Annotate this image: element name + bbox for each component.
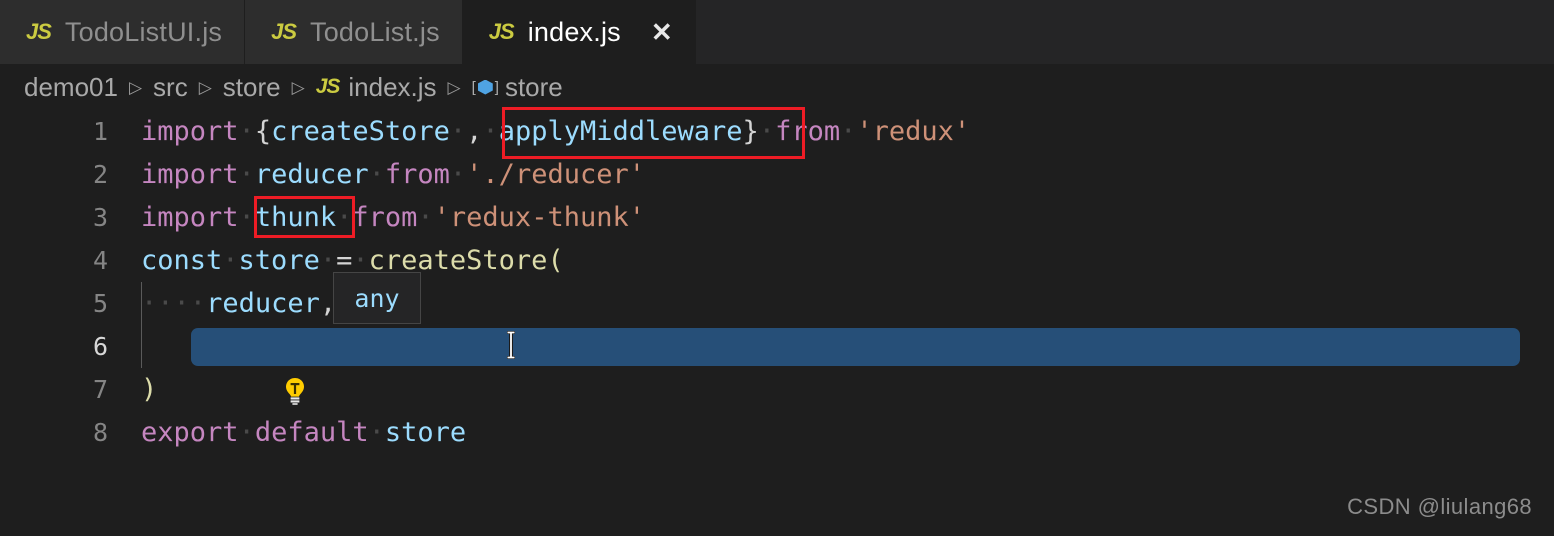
code-line-text: import·{createStore·,·applyMiddleware}·f… (141, 116, 971, 147)
token-module-redux: 'redux' (856, 116, 971, 147)
tab-todolist-js[interactable]: JS TodoList.js (245, 0, 463, 64)
breadcrumb-item-symbol-store[interactable]: store (505, 72, 563, 103)
js-file-icon: JS (315, 75, 341, 98)
token-brace-close: } (742, 116, 759, 147)
token-reducer: reducer (254, 159, 369, 190)
token-import: import (141, 202, 239, 233)
breadcrumb-item-demo01[interactable]: demo01 (24, 72, 118, 103)
breadcrumb-item-store-folder[interactable]: store (223, 72, 281, 103)
code-line[interactable]: 2 import·reducer·from·'./reducer' (0, 153, 1554, 196)
token-from: from (384, 159, 450, 190)
lightbulb-icon[interactable] (151, 332, 305, 405)
token-createstore: createStore (271, 116, 450, 147)
token-const: const (141, 245, 223, 276)
line-number: 7 (92, 375, 108, 404)
editor-tab-bar: JS TodoListUI.js JS TodoList.js JS index… (0, 0, 1554, 64)
code-line[interactable]: 1 import·{createStore·,·applyMiddleware}… (0, 110, 1554, 153)
line-number: 6 (92, 332, 108, 361)
chevron-right-icon: ▷ (128, 78, 143, 97)
line-number: 3 (92, 203, 108, 232)
code-line-current[interactable]: 6 ····window.__REDUX_DEVTOOLS_EXTENSION_… (0, 325, 1554, 405)
code-line[interactable]: 3 import·thunk·from·'redux-thunk' (0, 196, 1554, 239)
tab-label: TodoList.js (310, 16, 440, 47)
chevron-right-icon: ▷ (291, 78, 305, 97)
breadcrumb: demo01 ▷ src ▷ store ▷ JS index.js ▷ [] … (0, 64, 1554, 110)
token-paren-open: ( (547, 245, 564, 276)
selection-highlight (191, 328, 1520, 366)
js-file-icon: JS (271, 19, 297, 44)
tab-label: index.js (527, 16, 621, 47)
token-from: from (775, 116, 841, 147)
token-brace-open: { (254, 116, 272, 147)
breadcrumb-item-src[interactable]: src (153, 72, 188, 103)
line-number: 2 (92, 160, 108, 189)
code-line-text: import·reducer·from·'./reducer' (141, 159, 645, 190)
token-comma: , (466, 116, 483, 147)
chevron-right-icon: ▷ (447, 78, 461, 97)
token-import: import (141, 159, 239, 190)
watermark: CSDN @liulang68 (1347, 494, 1532, 519)
indent-guide (141, 325, 142, 368)
code-line-text: ····reducer, (141, 288, 337, 319)
breadcrumb-item-index-js[interactable]: index.js (348, 72, 436, 103)
tab-todolistui-js[interactable]: JS TodoListUI.js (0, 0, 246, 64)
code-line[interactable]: 4 const·store·=·createStore( (0, 239, 1554, 282)
line-number: 5 (92, 289, 108, 318)
vscode-window: JS TodoListUI.js JS TodoList.js JS index… (0, 0, 1554, 536)
code-line-text: import·thunk·from·'redux-thunk' (141, 202, 645, 233)
js-file-icon: JS (488, 19, 515, 44)
hover-type-tooltip: any (333, 272, 421, 324)
close-icon[interactable]: ✕ (651, 19, 673, 45)
tab-label: TodoListUI.js (64, 16, 223, 47)
code-editor[interactable]: 1 import·{createStore·,·applyMiddleware}… (0, 110, 1554, 536)
js-file-icon: JS (26, 19, 52, 44)
token-module-redux-thunk: 'redux-thunk' (433, 202, 645, 233)
symbol-variable-icon: [] (471, 78, 499, 96)
tab-index-js[interactable]: JS index.js ✕ (462, 0, 696, 64)
line-number: 1 (92, 117, 108, 146)
line-number: 4 (92, 246, 108, 275)
token-applymiddleware: applyMiddleware (498, 116, 743, 147)
token-reducer-arg: reducer (206, 288, 320, 319)
token-import: import (141, 116, 239, 147)
token-store-export: store (384, 417, 467, 448)
code-line[interactable]: 5 ····reducer, (0, 282, 1554, 325)
line-number: 8 (92, 418, 108, 447)
tab-bar-empty-space (695, 0, 1554, 64)
token-default: default (254, 417, 369, 448)
token-thunk: thunk (254, 202, 337, 233)
token-module-reducer: './reducer' (466, 159, 645, 190)
token-store: store (238, 245, 320, 276)
token-from: from (352, 202, 418, 233)
chevron-right-icon: ▷ (198, 78, 212, 97)
